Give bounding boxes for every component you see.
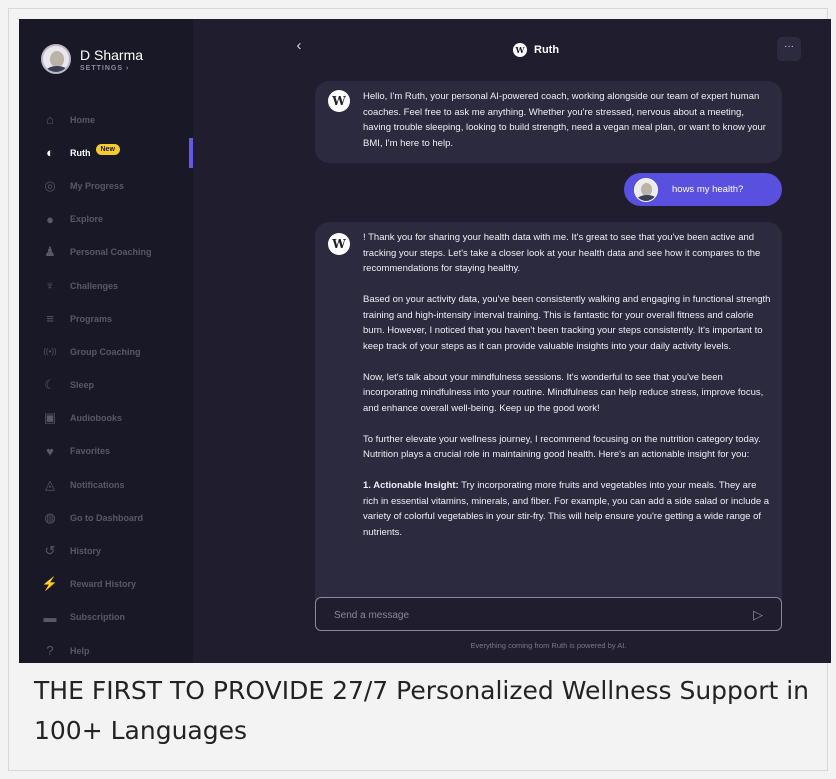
user-avatar xyxy=(634,177,658,202)
sidebar-item-notifications[interactable]: ◬ Notifications xyxy=(19,468,193,501)
insight-heading: 1. Actionable Insight: xyxy=(363,480,459,491)
sidebar-item-ruth[interactable]: ◐ Ruth New xyxy=(19,136,193,169)
caption-text: THE FIRST TO PROVIDE 27/7 Personalized W… xyxy=(34,676,810,745)
avatar[interactable] xyxy=(41,44,71,74)
programs-icon: ≡ xyxy=(46,311,54,327)
compass-icon: ● xyxy=(46,211,54,227)
more-options-button[interactable]: ··· xyxy=(777,37,801,61)
chat-header: ‹ W Ruth ··· xyxy=(193,19,831,71)
sidebar-item-go-to-dashboard[interactable]: ◍ Go to Dashboard xyxy=(19,501,193,534)
sidebar-item-label: Favorites xyxy=(70,446,111,457)
broadcast-icon: ((•)) xyxy=(43,347,57,357)
ruth-logo-icon: W xyxy=(513,43,527,57)
sidebar-item-label: Group Coaching xyxy=(70,346,141,357)
settings-link[interactable]: SETTINGS › xyxy=(80,65,143,72)
user-message-text: hows my health? xyxy=(672,184,744,195)
sidebar-item-group-coaching[interactable]: ((•)) Group Coaching xyxy=(19,335,193,368)
sidebar-item-home[interactable]: ⌂ Home xyxy=(19,103,193,136)
new-badge: New xyxy=(95,144,120,156)
chat-title: W Ruth xyxy=(513,43,559,57)
message-composer: ▷ xyxy=(315,597,782,631)
sidebar-item-reward-history[interactable]: ⚡ Reward History xyxy=(19,568,193,601)
home-icon: ⌂ xyxy=(46,112,54,128)
bolt-icon: ⚡ xyxy=(41,576,59,592)
message-input[interactable] xyxy=(334,607,724,623)
sidebar-item-programs[interactable]: ≡ Programs xyxy=(19,302,193,335)
message-paragraph: To further elevate your wellness journey… xyxy=(363,433,761,461)
app-window: D Sharma SETTINGS › ⌂ Home ◐ Ruth New ◎ My Pro… xyxy=(19,19,831,663)
sidebar-nav: ⌂ Home ◐ Ruth New ◎ My Progress ● Explore ♟ Person… xyxy=(19,103,193,663)
message-paragraph: Now, let's talk about your mindfulness s… xyxy=(363,371,764,414)
sidebar-item-label: Challenges xyxy=(70,280,119,291)
ruth-icon: ◐ xyxy=(46,145,54,161)
sidebar-item-favorites[interactable]: ♥ Favorites xyxy=(19,435,193,468)
sidebar-item-label: Ruth xyxy=(70,147,91,158)
profile-header[interactable]: D Sharma SETTINGS › xyxy=(41,44,143,74)
heart-icon: ♥ xyxy=(46,443,54,459)
sidebar-item-label: Go to Dashboard xyxy=(70,512,144,523)
sidebar-item-help[interactable]: ? Help xyxy=(19,634,193,663)
sidebar-item-label: History xyxy=(70,546,102,557)
sidebar-item-label: Subscription xyxy=(70,612,126,623)
sidebar-item-challenges[interactable]: ♆ Challenges xyxy=(19,269,193,302)
sidebar-item-audiobooks[interactable]: ▣ Audiobooks xyxy=(19,402,193,435)
sidebar-item-label: Audiobooks xyxy=(70,413,122,424)
bot-message: W ! Thank you for sharing your health da… xyxy=(315,222,782,602)
back-button[interactable]: ‹ xyxy=(292,37,306,54)
screenshot-frame: D Sharma SETTINGS › ⌂ Home ◐ Ruth New ◎ My Pro… xyxy=(8,8,831,771)
history-icon: ↺ xyxy=(44,543,56,559)
sidebar-item-label: Home xyxy=(70,114,96,125)
moon-icon: ☾ xyxy=(44,377,56,393)
help-icon: ? xyxy=(46,643,54,659)
sidebar-item-label: Explore xyxy=(70,214,104,225)
card-icon: ▬ xyxy=(43,609,57,625)
sidebar-item-explore[interactable]: ● Explore xyxy=(19,203,193,236)
message-text: Hello, I'm Ruth, your personal AI-powere… xyxy=(363,91,766,149)
sidebar-item-label: Sleep xyxy=(70,380,95,391)
sidebar-item-history[interactable]: ↺ History xyxy=(19,534,193,567)
message-paragraph: 1. Actionable Insight: Try incorporating… xyxy=(363,478,773,540)
audiobook-icon: ▣ xyxy=(43,410,57,426)
ruth-avatar-icon: W xyxy=(328,233,350,255)
profile-name: D Sharma xyxy=(80,46,144,63)
coach-icon: ♟ xyxy=(44,244,56,260)
user-message: hows my health? xyxy=(624,173,782,206)
ellipsis-icon: ··· xyxy=(784,41,794,52)
sidebar-item-label: Help xyxy=(70,645,90,656)
send-button[interactable]: ▷ xyxy=(753,607,769,623)
chat-title-text: Ruth xyxy=(534,44,560,56)
sidebar-item-label: Personal Coaching xyxy=(70,247,152,258)
chevron-left-icon: ‹ xyxy=(296,37,302,54)
message-paragraph: ! Thank you for sharing your health data… xyxy=(363,232,761,274)
sidebar-item-sleep[interactable]: ☾ Sleep xyxy=(19,369,193,402)
sidebar-item-label: Notifications xyxy=(70,479,125,490)
bell-icon: ◬ xyxy=(45,476,55,492)
bot-message: W Hello, I'm Ruth, your personal AI-powe… xyxy=(315,81,782,163)
ruth-avatar-icon: W xyxy=(328,90,350,112)
ai-disclaimer: Everything coming from Ruth is powered b… xyxy=(470,641,627,650)
sidebar-item-my-progress[interactable]: ◎ My Progress xyxy=(19,169,193,202)
sidebar: D Sharma SETTINGS › ⌂ Home ◐ Ruth New ◎ My Pro… xyxy=(19,19,193,663)
send-icon: ▷ xyxy=(753,607,763,622)
sidebar-item-personal-coaching[interactable]: ♟ Personal Coaching xyxy=(19,236,193,269)
sidebar-item-label: Programs xyxy=(70,313,113,324)
target-icon: ◎ xyxy=(44,177,56,193)
message-paragraph: Based on your activity data, you've been… xyxy=(363,294,771,352)
sidebar-item-label: My Progress xyxy=(70,180,125,191)
trophy-icon: ♆ xyxy=(45,278,55,294)
sidebar-item-subscription[interactable]: ▬ Subscription xyxy=(19,601,193,634)
dashboard-icon: ◍ xyxy=(44,509,56,525)
chat-panel: ‹ W Ruth ··· W Hello, I'm Ruth, your per… xyxy=(193,19,831,663)
sidebar-item-label: Reward History xyxy=(70,579,137,590)
